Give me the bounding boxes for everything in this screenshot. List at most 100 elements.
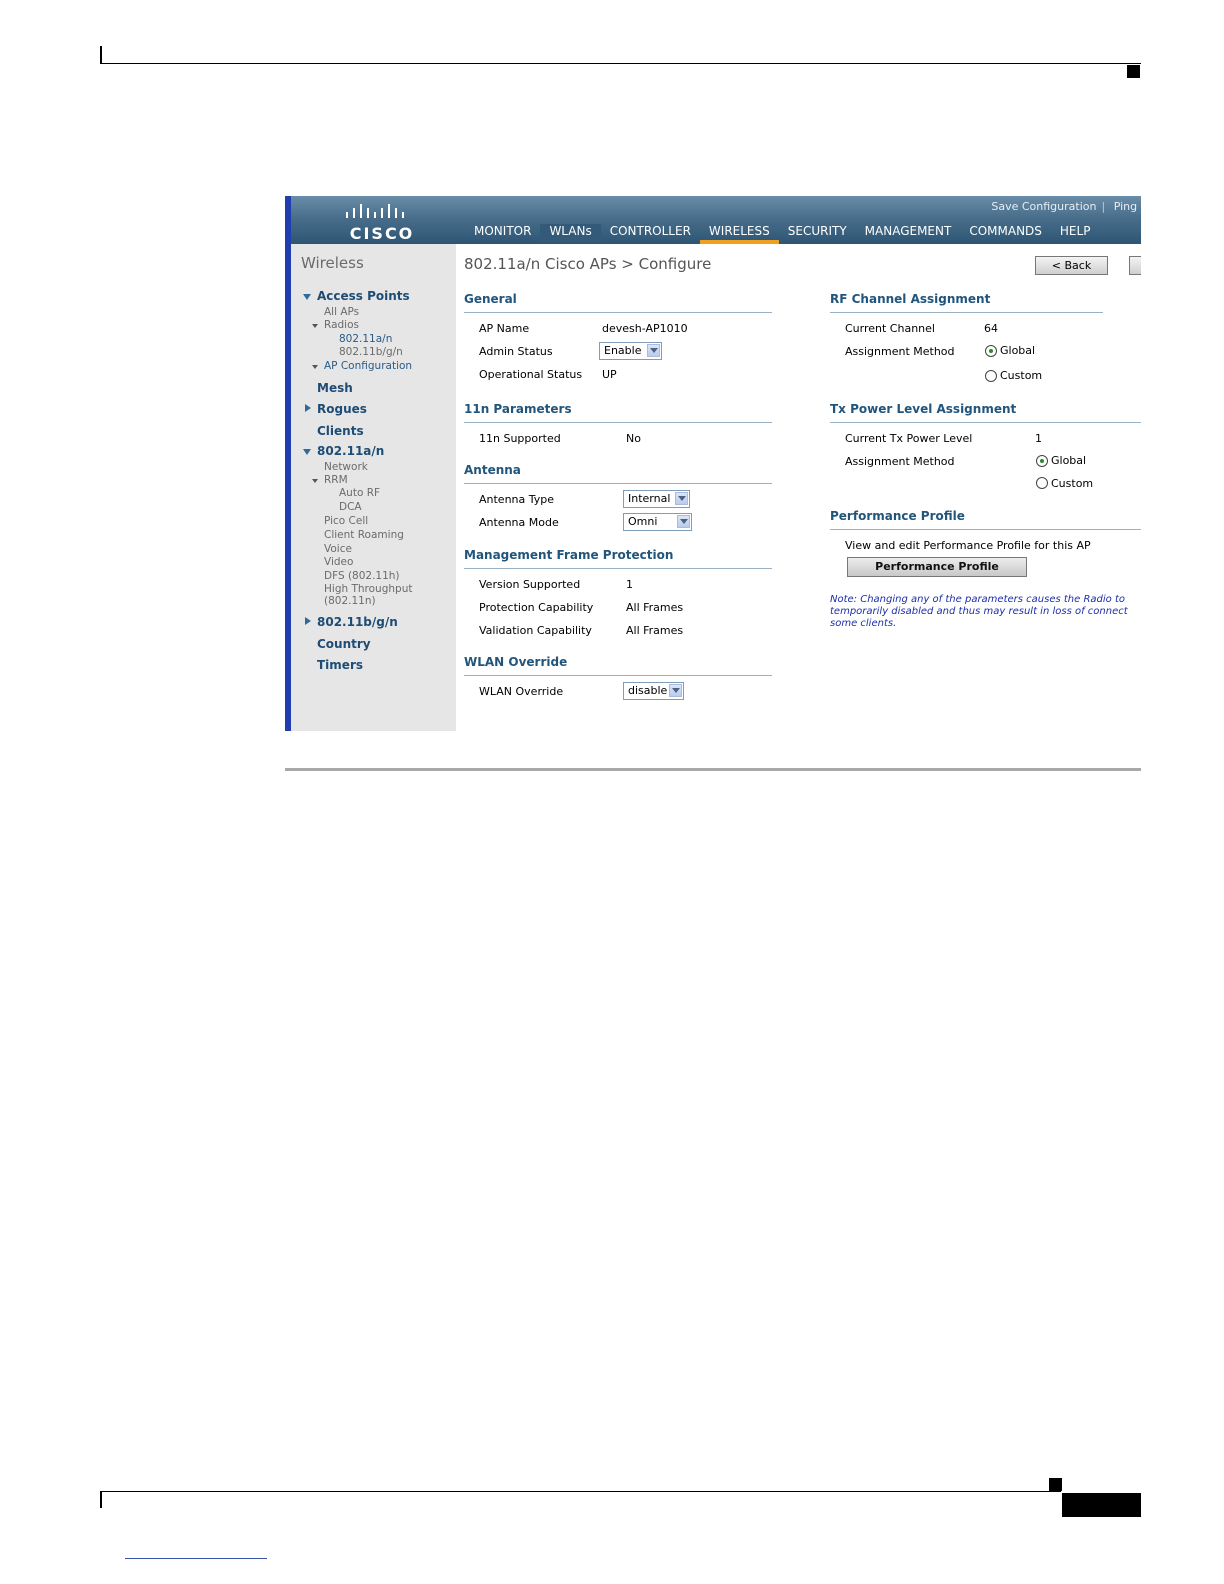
antenna-type-label: Antenna Type [479,493,555,506]
tx-custom-radio[interactable] [1036,477,1048,489]
protection-capability-value: All Frames [626,601,684,614]
performance-profile-button[interactable]: Performance Profile [847,557,1027,577]
tx-global-radio[interactable] [1036,455,1048,467]
note-line: temporarily disabled and thus may result… [830,606,1128,617]
divider [464,312,772,313]
admin-status-value: Enable [604,344,642,357]
antenna-type-select[interactable]: Internal [623,490,690,508]
sidebar-item-ap-configuration[interactable]: AP Configuration [324,360,412,372]
sidebar-item-pico-cell[interactable]: Pico Cell [324,515,368,527]
figure-rule [285,768,1141,771]
divider [830,529,1141,530]
sidebar-item-dca[interactable]: DCA [339,501,362,513]
ping-link[interactable]: Ping [1114,200,1137,213]
sidebar-item-auto-rf[interactable]: Auto RF [339,487,380,499]
sidebar-item-radios[interactable]: Radios [324,319,359,331]
chevron-down-icon [647,344,660,357]
sidebar-item-radio-bg[interactable]: 802.11b/g/n [339,346,403,358]
antenna-mode-value: Omni [628,515,658,528]
chevron-down-icon [675,492,688,505]
tx-power-heading: Tx Power Level Assignment [830,402,1017,416]
antenna-mode-label: Antenna Mode [479,516,559,529]
tab-management[interactable]: MANAGEMENT [856,224,961,242]
sidebar-item-rrm[interactable]: RRM [324,474,348,486]
header-marker [1127,65,1140,78]
save-configuration-link[interactable]: Save Configuration [991,200,1096,213]
cisco-logo-icon [346,204,404,218]
utility-links: Save Configuration| Ping| Lo [987,200,1141,213]
rf-global-radio[interactable] [985,345,997,357]
sidebar-item-rogues[interactable]: Rogues [317,402,367,416]
chevron-down-icon [669,684,682,697]
admin-status-select[interactable]: Enable [599,342,662,360]
divider [830,422,1141,423]
tab-help[interactable]: HELP [1051,224,1100,242]
sidebar-item-radio-a[interactable]: 802.11a/n [339,333,392,345]
note-text: Note: Changing any of the parameters cau… [830,594,1141,630]
wlan-override-heading: WLAN Override [464,655,568,669]
cisco-logo: CISCO [343,202,413,243]
sidebar-item-access-points[interactable]: Access Points [317,289,410,303]
expanded-arrow-icon[interactable] [303,449,311,455]
performance-profile-heading: Performance Profile [830,509,965,523]
tab-commands[interactable]: COMMANDS [960,224,1051,242]
current-tx-power-label: Current Tx Power Level [845,432,973,445]
expanded-arrow-icon[interactable] [303,294,311,300]
wlan-override-value: disable [628,684,668,697]
wlan-override-select[interactable]: disable [623,682,684,700]
sidebar-item-mesh[interactable]: Mesh [317,381,353,395]
general-heading: General [464,292,517,306]
tx-custom-label: Custom [1051,477,1094,490]
footer-rule [101,1491,1061,1492]
controller-screenshot: CISCO Save Configuration| Ping| Lo MONIT… [285,196,1141,731]
apply-button[interactable] [1129,256,1141,275]
rf-global-label: Global [1000,344,1036,357]
divider [464,422,772,423]
collapsed-arrow-icon[interactable] [305,617,311,625]
validation-capability-value: All Frames [626,624,684,637]
antenna-mode-select[interactable]: Omni [623,513,692,531]
header-tick [100,46,102,64]
page-title: 802.11a/n Cisco APs > Configure [464,255,712,273]
expanded-arrow-icon[interactable] [312,479,318,483]
note-line: Note: Changing any of the parameters cau… [830,594,1125,605]
rf-custom-radio[interactable] [985,370,997,382]
collapsed-arrow-icon[interactable] [305,404,311,412]
sidebar-item-client-roaming[interactable]: Client Roaming [324,529,404,541]
expanded-arrow-icon[interactable] [312,365,318,369]
antenna-heading: Antenna [464,463,521,477]
sidebar-item-video[interactable]: Video [324,556,353,568]
footer-link-underline[interactable] [125,1558,267,1559]
back-button[interactable]: < Back [1035,256,1108,275]
11n-supported-label: 11n Supported [479,432,561,445]
divider [830,312,1103,313]
sidebar-item-timers[interactable]: Timers [317,658,363,672]
chevron-down-icon [677,515,690,528]
sidebar-item-dfs[interactable]: DFS (802.11h) [324,570,400,582]
main-nav: MONITOR WLANs CONTROLLER WIRELESS SECURI… [465,224,1099,244]
tab-monitor[interactable]: MONITOR [465,224,540,242]
sidebar-item-all-aps[interactable]: All APs [324,306,359,318]
sidebar-item-802-11bg[interactable]: 802.11b/g/n [317,615,398,629]
version-supported-value: 1 [626,578,633,591]
sidebar-item-network[interactable]: Network [324,461,368,473]
footer-tick [100,1491,102,1508]
sidebar-item-clients[interactable]: Clients [317,424,364,438]
tab-wlans[interactable]: WLANs [540,224,601,242]
current-channel-value: 64 [984,322,998,335]
window-edge [285,196,291,731]
wlan-override-label: WLAN Override [479,685,564,698]
tab-wireless[interactable]: WIRELESS [699,224,779,244]
sidebar-item-802-11a[interactable]: 802.11a/n [317,444,384,458]
expanded-arrow-icon[interactable] [312,324,318,328]
11n-parameters-heading: 11n Parameters [464,402,572,416]
sidebar-item-voice[interactable]: Voice [324,543,352,555]
11n-supported-value: No [626,432,641,445]
tab-security[interactable]: SECURITY [779,224,856,242]
sidebar-title: Wireless [301,254,364,272]
sidebar-item-high-throughput[interactable]: High Throughput [324,583,412,595]
mfp-heading: Management Frame Protection [464,548,674,562]
sidebar-item-country[interactable]: Country [317,637,371,651]
tab-controller[interactable]: CONTROLLER [601,224,700,242]
sidebar-item-high-throughput-sub[interactable]: (802.11n) [324,595,376,607]
